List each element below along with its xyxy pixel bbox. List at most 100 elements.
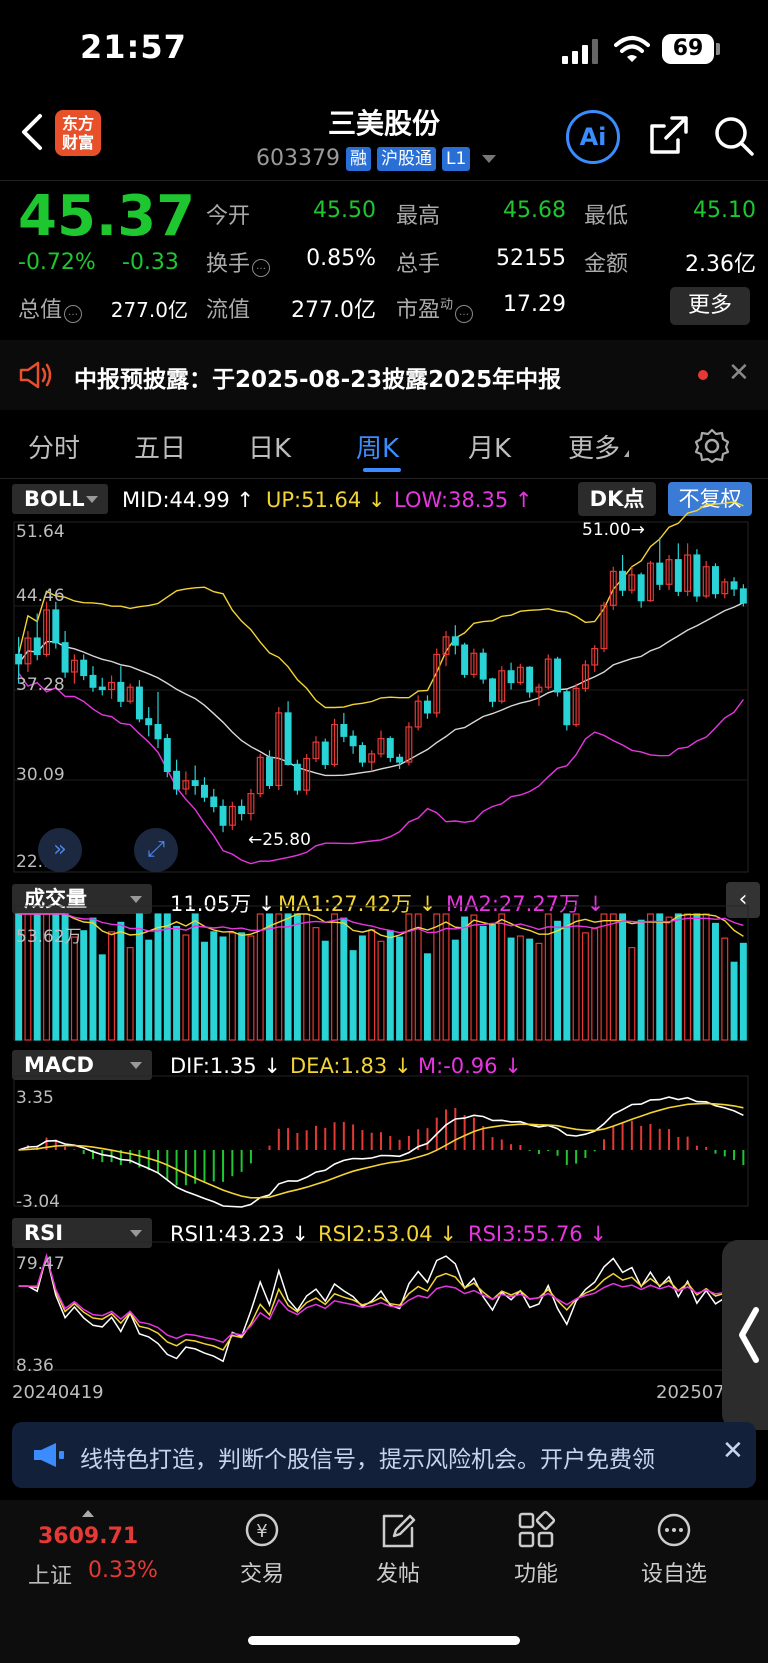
volume-bar [489, 923, 496, 1041]
high-marker: 51.00→ [582, 520, 645, 540]
candle-body [321, 741, 329, 765]
megaphone-icon [34, 1443, 64, 1467]
volume-bar [563, 913, 571, 1041]
candle-body [712, 566, 719, 595]
candle-body [619, 570, 627, 591]
volume-bar [684, 913, 692, 1041]
volume-bar [572, 913, 580, 1041]
nav-trade-label: 交易 [239, 1562, 284, 1587]
volume-bar [451, 939, 459, 1041]
candle-body [693, 554, 701, 597]
nav-trade[interactable]: ¥ 交易 [212, 1510, 312, 1588]
rsi-axis-bottom: 8.36 [16, 1356, 54, 1376]
candle-body [210, 796, 218, 808]
nav-post[interactable]: 发帖 [348, 1510, 448, 1588]
macd-axis-bottom: -3.04 [16, 1192, 60, 1212]
volume-bar [535, 942, 543, 1041]
promo-banner[interactable]: 线特色打造，判断个股信号，提示风险机会。开户免费领 ✕ [12, 1422, 756, 1488]
price-axis-3: 37.28 [16, 675, 65, 695]
volume-bar [396, 936, 404, 1041]
candle-body [386, 738, 394, 758]
candle-body [396, 756, 404, 763]
expand-right-icon[interactable]: » [38, 828, 82, 872]
volume-bar [665, 916, 673, 1041]
index-change: 0.33% [88, 1558, 158, 1583]
macd-dif-line [18, 1096, 744, 1208]
volume-bar [646, 913, 654, 1041]
volume-bar [470, 914, 478, 1041]
nav-functions[interactable]: 功能 [486, 1510, 586, 1588]
candle-body [89, 674, 97, 688]
volume-bar [303, 913, 311, 1041]
volume-bar [377, 940, 385, 1041]
volume-bar [238, 932, 246, 1041]
volume-bar [266, 913, 273, 1041]
panel-frame-3 [13, 1241, 749, 1371]
volume-bar [293, 913, 301, 1041]
candle-body [238, 805, 246, 815]
candle-body [117, 681, 125, 702]
volume-bar [80, 930, 88, 1041]
volume-bar [526, 938, 534, 1041]
candle-body [739, 588, 747, 604]
candle-body [637, 574, 645, 602]
volume-bar [349, 950, 357, 1041]
nav-post-label: 发帖 [375, 1562, 420, 1587]
volume-bar [219, 936, 227, 1041]
volume-bar [108, 931, 116, 1041]
index-value[interactable]: 3609.71 [38, 1524, 138, 1549]
side-drawer-handle[interactable] [722, 1240, 768, 1430]
fullscreen-icon[interactable]: ⤢ [134, 828, 178, 872]
volume-bar [423, 953, 431, 1041]
volume-bar [693, 913, 701, 1041]
candle-body [173, 770, 181, 790]
high-marker-value: 51.00 [582, 520, 631, 540]
price-axis-4: 30.09 [16, 765, 65, 785]
volume-bar [321, 940, 329, 1041]
candle-body [266, 756, 273, 787]
volume-bar [507, 937, 515, 1041]
volume-bar [163, 913, 171, 1041]
volume-bar [461, 916, 469, 1041]
rsi1-line [18, 1255, 744, 1363]
volume-bar [600, 913, 608, 1041]
close-icon[interactable]: ✕ [722, 1436, 744, 1466]
nav-watchlist[interactable]: 设自选 [624, 1510, 724, 1588]
volume-axis-top: 53.62万 [16, 927, 82, 947]
candle-body [674, 559, 682, 592]
volume-bar [256, 913, 264, 1041]
volume-bar [173, 925, 181, 1041]
volume-bar [581, 932, 589, 1041]
volume-bar [656, 913, 664, 1041]
index-name: 上证 [28, 1564, 73, 1589]
candle-body [98, 686, 106, 691]
volume-bar [70, 936, 78, 1041]
nav-watchlist-label: 设自选 [640, 1562, 707, 1587]
candle-body [526, 666, 534, 693]
volume-bar [358, 935, 366, 1041]
candle-body [200, 784, 208, 798]
volume-bar [154, 913, 162, 1041]
candle-body [358, 745, 366, 763]
promo-text: 线特色打造，判断个股信号，提示风险机会。开户免费领 [80, 1447, 655, 1473]
candle-body [349, 735, 357, 747]
volume-bar [89, 917, 97, 1041]
volume-bar [98, 954, 106, 1041]
candle-body [33, 637, 41, 656]
candle-body [554, 658, 562, 693]
index-expand-icon[interactable] [82, 1510, 94, 1517]
candle-body [507, 670, 515, 684]
candle-body [284, 712, 292, 765]
macd-dea-line [18, 1102, 744, 1199]
grid-icon [518, 1510, 556, 1548]
stock-charts[interactable] [0, 0, 768, 1420]
volume-bar [637, 919, 645, 1041]
volume-bar [368, 929, 376, 1041]
volume-bar [712, 922, 719, 1041]
volume-bar [414, 913, 422, 1041]
candle-body [479, 652, 487, 680]
candle-body [656, 562, 664, 585]
volume-bar [228, 932, 236, 1041]
volume-bar [340, 917, 348, 1041]
volume-bar [479, 925, 487, 1041]
